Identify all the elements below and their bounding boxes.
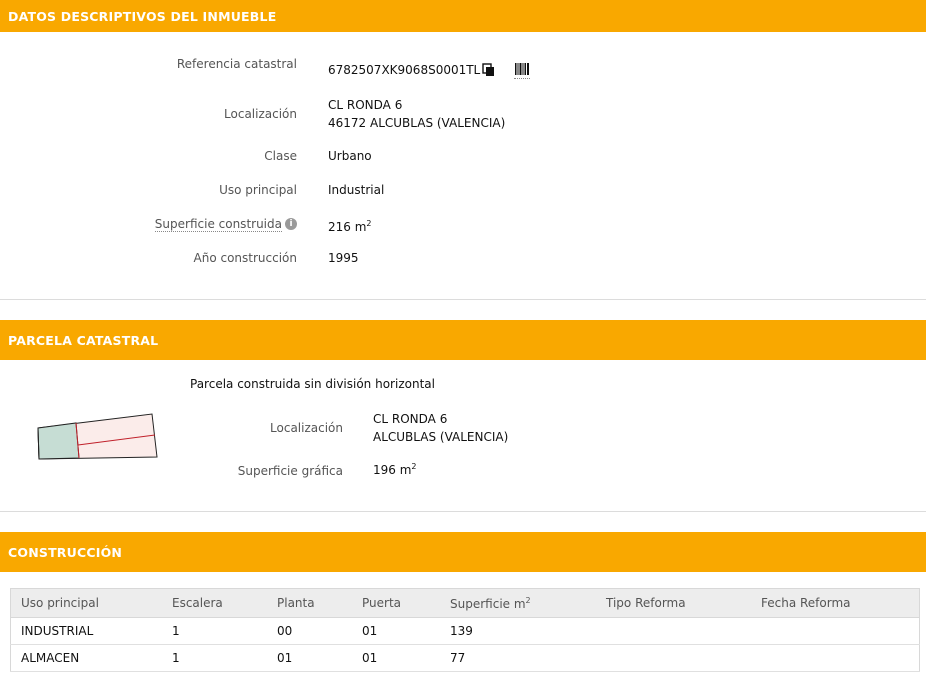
- parcela-superficie-label: Superficie gráfica: [237, 464, 343, 478]
- parcela-section-header: PARCELA CATASTRAL: [0, 320, 926, 360]
- cell-fecha: [751, 644, 920, 672]
- uso-value: Industrial: [328, 183, 385, 197]
- inmueble-section: Referencia catastral 6782507XK9068S0001T…: [0, 32, 926, 300]
- construccion-header-title: CONSTRUCCIÓN: [8, 544, 123, 560]
- referencia-label: Referencia catastral: [176, 57, 297, 71]
- localizacion-line1: CL RONDA 6: [328, 98, 403, 112]
- col-planta-header: Planta: [267, 588, 352, 618]
- barcode-icon[interactable]: [514, 62, 531, 79]
- table-header-row: Uso principal Escalera Planta Puerta Sup…: [10, 588, 920, 618]
- col-superficie-sup: 2: [525, 595, 531, 605]
- cell-puerta: 01: [352, 617, 440, 645]
- parcela-localizacion-line2: ALCUBLAS (VALENCIA): [373, 430, 509, 444]
- localizacion-line2: 46172 ALCUBLAS (VALENCIA): [328, 116, 506, 130]
- clase-label: Clase: [264, 149, 297, 163]
- anio-value: 1995: [328, 251, 359, 265]
- inmueble-header-title: DATOS DESCRIPTIVOS DEL INMUEBLE: [8, 8, 277, 24]
- superficie-value: 216 m: [328, 220, 367, 234]
- cell-superficie: 77: [440, 644, 596, 672]
- parcela-superficie-value-group: 196 m2: [373, 462, 417, 477]
- cell-tipo: [596, 644, 751, 672]
- col-superficie-header: Superficie m2: [440, 588, 596, 618]
- col-superficie-text: Superficie m: [450, 596, 526, 611]
- referencia-value-group: 6782507XK9068S0001TL: [328, 61, 531, 79]
- localizacion-label: Localización: [224, 107, 297, 121]
- parcela-superficie-value: 196 m: [373, 463, 412, 477]
- cell-planta: 01: [267, 644, 352, 672]
- parcela-subtitle: Parcela construida sin división horizont…: [190, 377, 435, 391]
- parcela-section: Parcela construida sin división horizont…: [0, 360, 926, 512]
- cell-tipo: [596, 617, 751, 645]
- construccion-section-header: CONSTRUCCIÓN: [0, 532, 926, 572]
- uso-label: Uso principal: [219, 183, 297, 197]
- col-tipo-header: Tipo Reforma: [596, 588, 751, 618]
- copy-icon[interactable]: [482, 63, 496, 77]
- superficie-value-group: 216 m2: [328, 215, 372, 236]
- parcela-localizacion-label: Localización: [270, 421, 343, 435]
- info-icon[interactable]: i: [285, 217, 297, 230]
- parcela-localizacion-value: CL RONDA 6 ALCUBLAS (VALENCIA): [373, 410, 508, 446]
- parcela-localizacion-line1: CL RONDA 6: [373, 412, 448, 426]
- superficie-label-group: Superficie construida i: [154, 217, 297, 232]
- superficie-label: Superficie construida: [154, 217, 282, 232]
- cell-uso: ALMACEN: [10, 644, 162, 672]
- col-uso-header: Uso principal: [10, 588, 162, 618]
- parcela-superficie-unit-sup: 2: [411, 462, 417, 471]
- cell-planta: 00: [267, 617, 352, 645]
- cell-superficie: 139: [440, 617, 596, 645]
- superficie-unit-sup: 2: [366, 219, 372, 228]
- cell-fecha: [751, 617, 920, 645]
- inmueble-section-header: DATOS DESCRIPTIVOS DEL INMUEBLE: [0, 0, 926, 32]
- col-fecha-header: Fecha Reforma: [751, 588, 920, 618]
- referencia-value[interactable]: 6782507XK9068S0001TL: [328, 61, 480, 79]
- col-escalera-header: Escalera: [162, 588, 267, 618]
- cell-escalera: 1: [162, 644, 267, 672]
- cell-escalera: 1: [162, 617, 267, 645]
- construccion-table: Uso principal Escalera Planta Puerta Sup…: [10, 588, 920, 672]
- col-puerta-header: Puerta: [352, 588, 440, 618]
- anio-label: Año construcción: [193, 251, 298, 265]
- clase-value: Urbano: [328, 149, 372, 163]
- parcel-map-icon[interactable]: [36, 412, 160, 460]
- table-row: ALMACEN 1 01 01 77: [10, 644, 920, 672]
- cell-puerta: 01: [352, 644, 440, 672]
- parcela-header-title: PARCELA CATASTRAL: [8, 332, 159, 348]
- cell-uso: INDUSTRIAL: [10, 617, 162, 645]
- construccion-section: Uso principal Escalera Planta Puerta Sup…: [0, 572, 926, 678]
- table-row: INDUSTRIAL 1 00 01 139: [10, 617, 920, 645]
